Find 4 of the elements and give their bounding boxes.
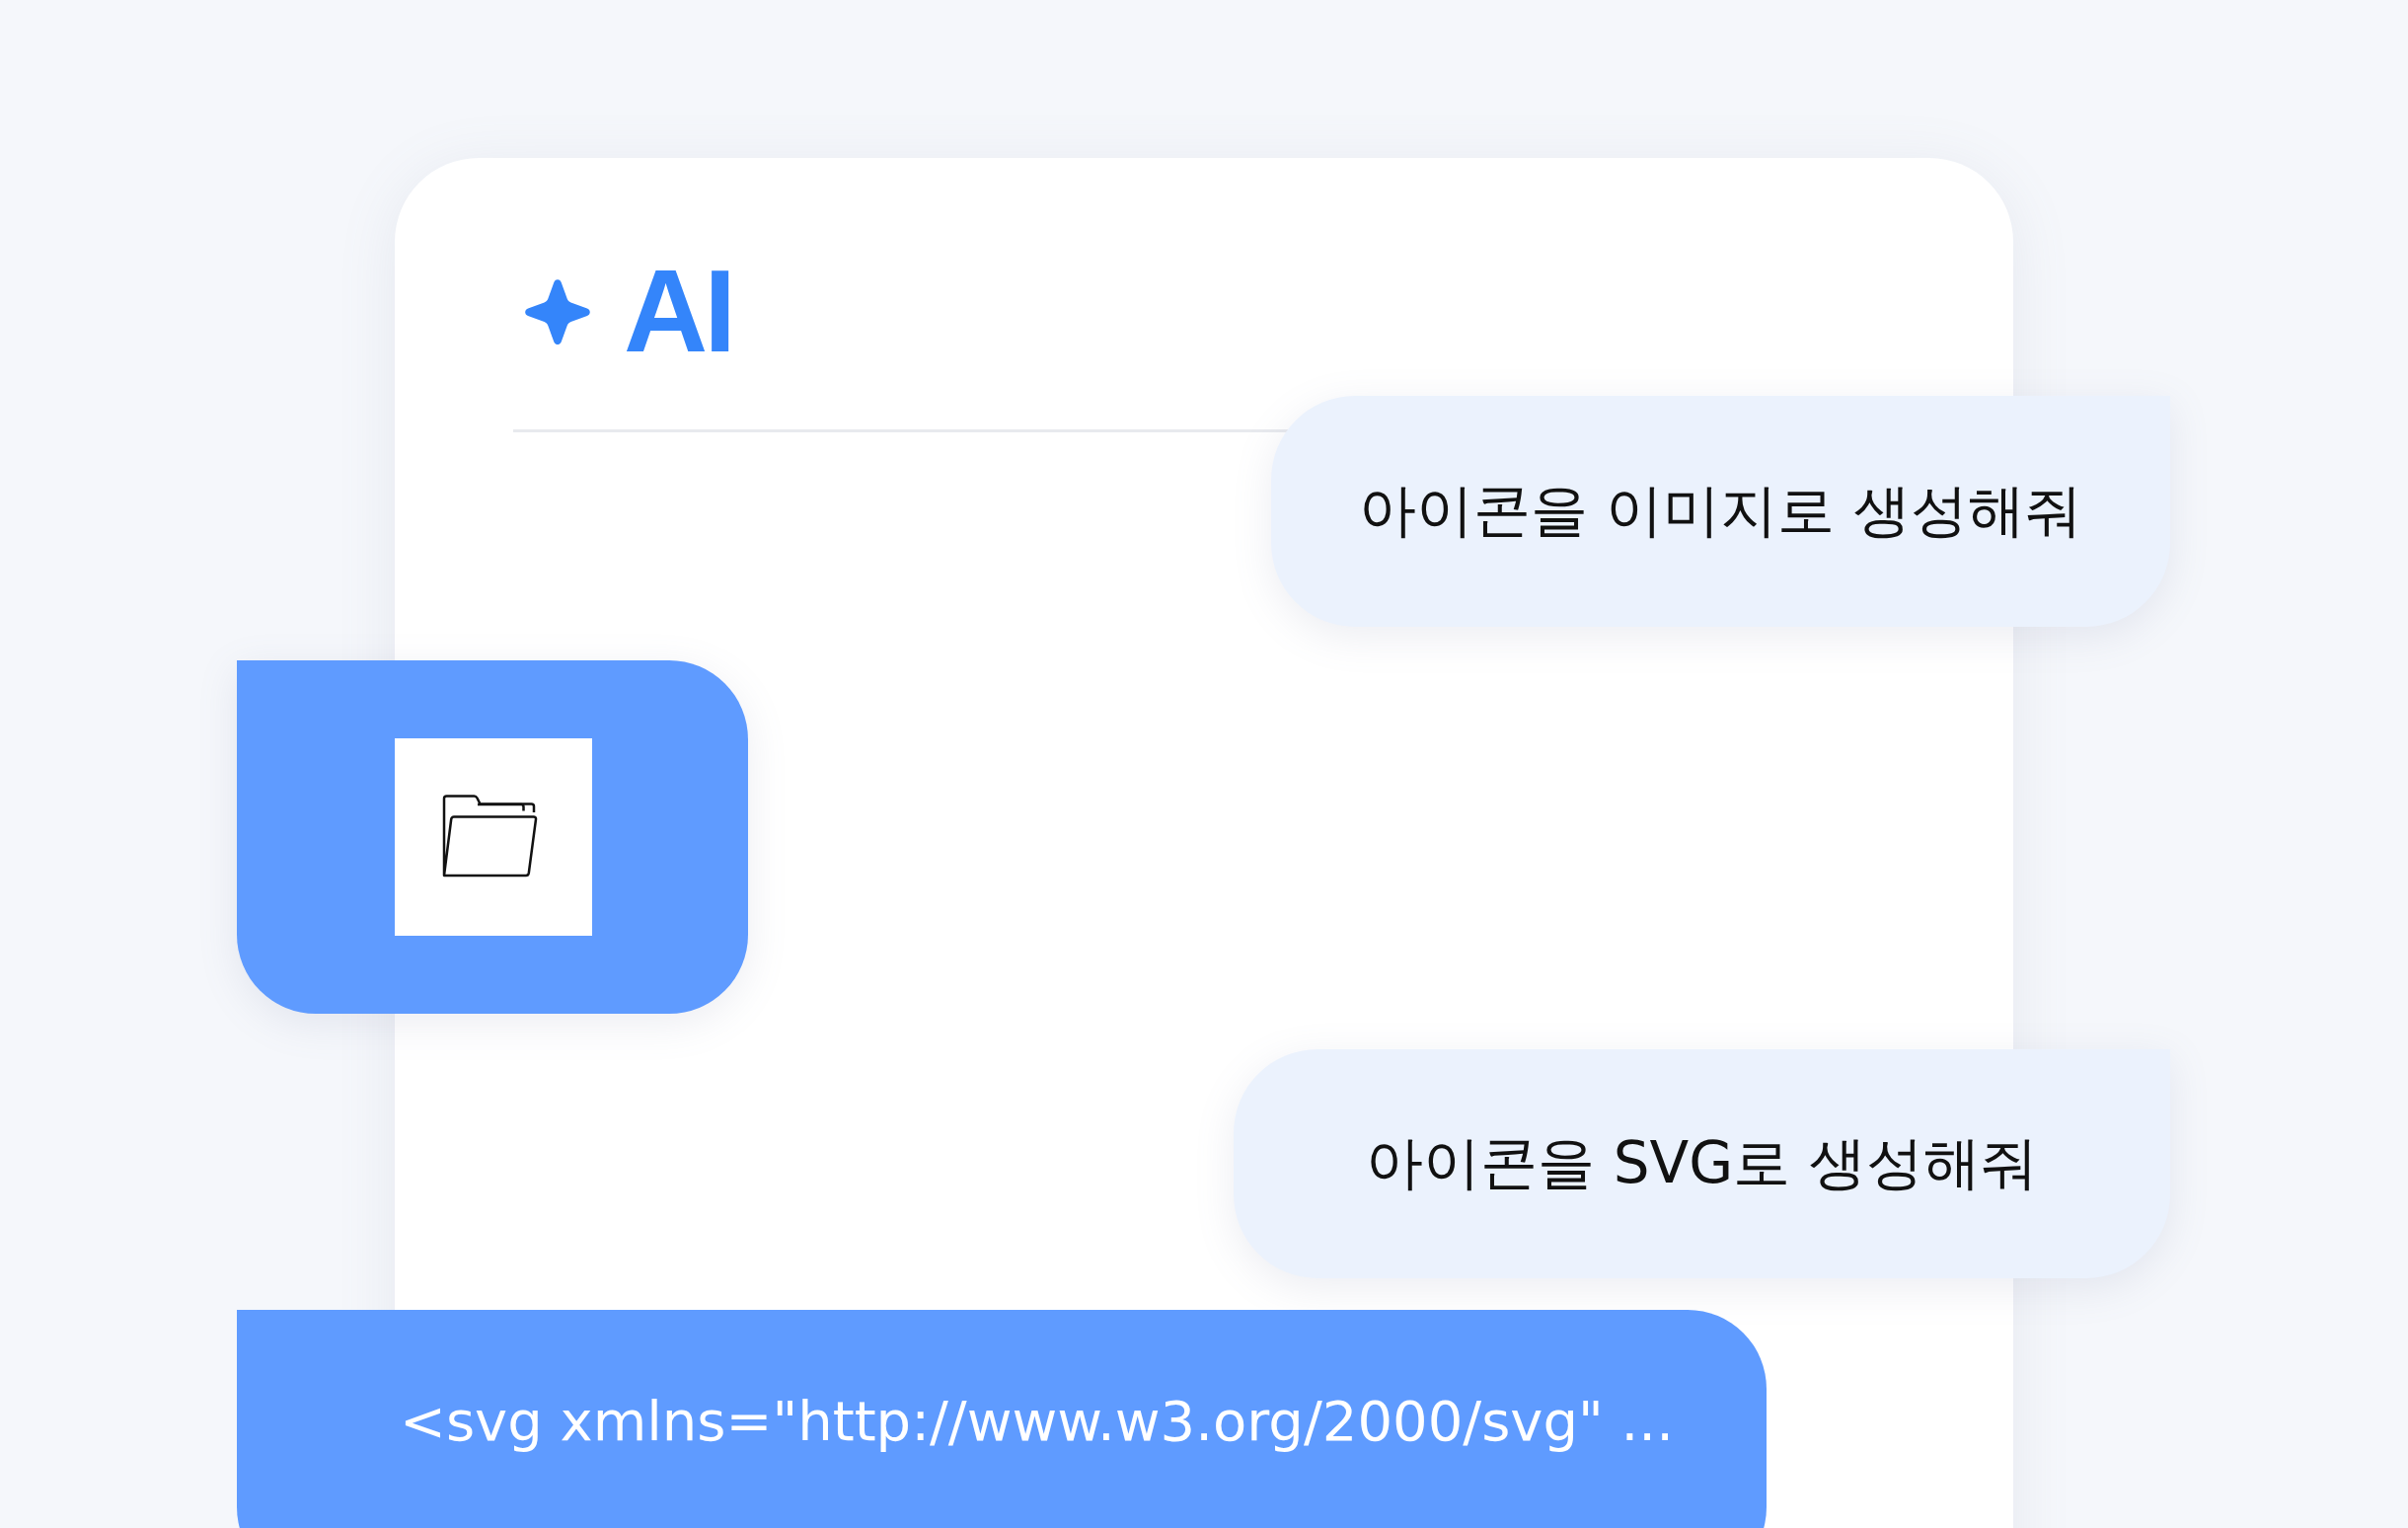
code-reply-bubble: <svg xmlns="http://www.w3.org/2000/svg" ... <box>237 1310 1767 1528</box>
user-message-bubble: 아이콘을 SVG로 생성해줘 <box>1234 1049 2170 1278</box>
user-message-bubble: 아이콘을 이미지로 생성해줘 <box>1271 396 2170 627</box>
ai-title: AI <box>624 253 732 369</box>
